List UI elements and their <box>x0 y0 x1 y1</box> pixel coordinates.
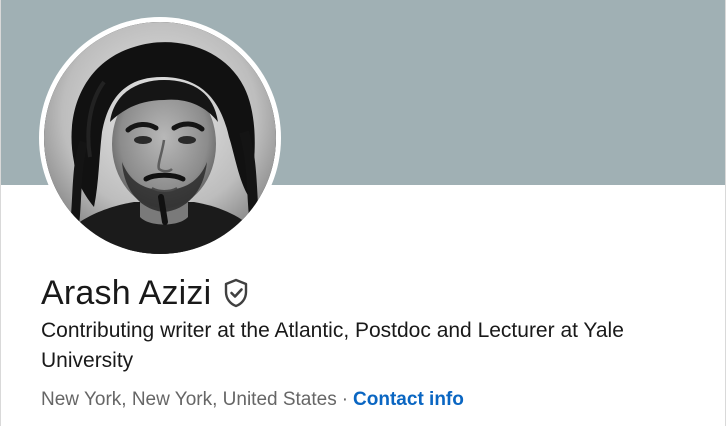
profile-headline: Contributing writer at the Atlantic, Pos… <box>41 319 624 372</box>
name-row: Arash Azizi <box>41 270 250 316</box>
contact-info-link[interactable]: Contact info <box>353 389 464 410</box>
shield-check-icon[interactable] <box>222 277 250 309</box>
profile-photo[interactable] <box>44 22 276 254</box>
location-row: New York, New York, United States · Contac… <box>41 386 464 414</box>
profile-card: Arash Azizi Contributing writer at the A… <box>0 0 726 426</box>
portrait-image <box>44 22 276 254</box>
separator-dot: · <box>341 389 349 410</box>
profile-name: Arash Azizi <box>41 273 212 312</box>
profile-location: New York, New York, United States <box>41 389 337 410</box>
avatar[interactable] <box>39 17 281 259</box>
